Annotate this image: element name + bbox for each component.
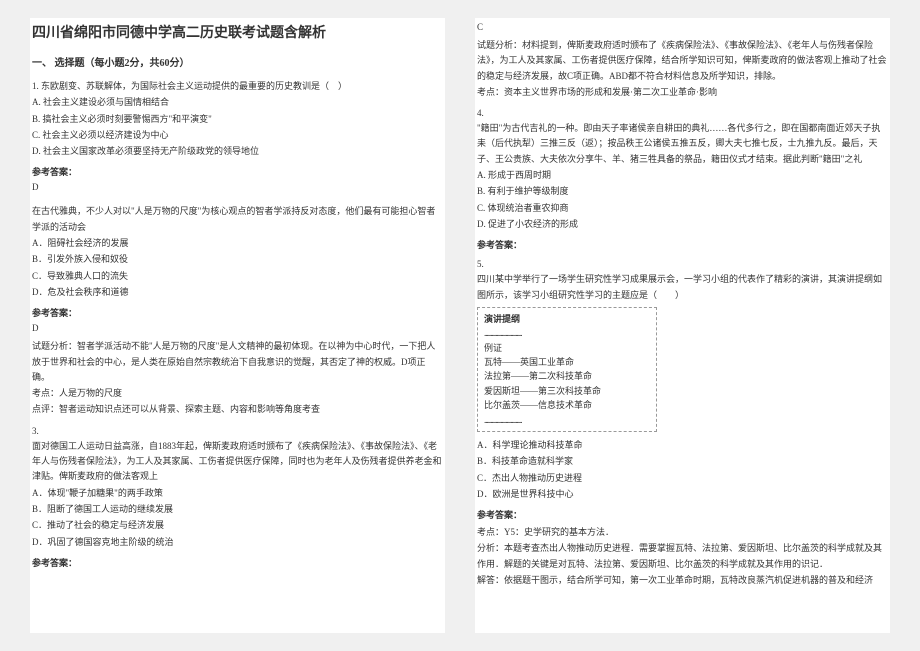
q3-d: D．巩固了德国容克地主阶级的统治: [32, 535, 443, 550]
q2-c: C．导致雅典人口的流失: [32, 269, 443, 284]
box-line-4: 比尔盖茨——信息技术革命: [484, 398, 650, 412]
box-dots-1: ..............................: [484, 326, 650, 340]
q2-ref: 参考答案：: [32, 306, 443, 319]
q2-d: D．危及社会秩序和道德: [32, 285, 443, 300]
q2-dianping: 点评：智者运动知识点还可以从背景、探索主题、内容和影响等角度考查: [32, 402, 443, 417]
q2-a: A．阻碍社会经济的发展: [32, 236, 443, 251]
right-column: C 试题分析：材料提到，俾斯麦政府适时颁布了《疾病保险法》、《事故保险法》、《老…: [475, 18, 890, 633]
q3-b: B．阻断了德国工人运动的继续发展: [32, 502, 443, 517]
q2-kaodian: 考点：人是万物的尺度: [32, 386, 443, 401]
q3-ans: C: [477, 22, 888, 32]
presentation-box: 演讲提纲 .............................. 例证 瓦…: [477, 307, 657, 432]
q5-analysis: 分析：本题考查杰出人物推动历史进程．需要掌握瓦特、法拉第、爱因斯坦、比尔盖茨的科…: [477, 541, 888, 572]
q3-analysis: 试题分析：材料提到，俾斯麦政府适时颁布了《疾病保险法》、《事故保险法》、《老年人…: [477, 38, 888, 84]
q5-num: 5.: [477, 259, 888, 269]
q4-b: B. 有利于维护等级制度: [477, 184, 888, 199]
q4-ref: 参考答案：: [477, 238, 888, 251]
q3-stem: 面对德国工人运动日益高涨，自1883年起，俾斯麦政府适时颁布了《疾病保险法》、《…: [32, 439, 443, 485]
q4-a: A. 形成于西周时期: [477, 168, 888, 183]
q2-ans: D: [32, 323, 443, 333]
q4-num: 4.: [477, 108, 888, 118]
box-line-2: 法拉第——第二次科技革命: [484, 369, 650, 383]
q2-analysis: 试题分析：智者学派活动不能"人是万物的尺度"是人文精神的最初体现。在以神为中心时…: [32, 339, 443, 385]
q1-d: D. 社会主义国家改革必须要坚持无产阶级政党的领导地位: [32, 144, 443, 159]
q1-stem: 1. 东欧剧变、苏联解体，为国际社会主义运动提供的最重要的历史教训是（ ）: [32, 79, 443, 94]
box-line-1: 瓦特——英国工业革命: [484, 355, 650, 369]
box-line-3: 爱因斯坦——第三次科技革命: [484, 384, 650, 398]
q5-d: D．欧洲是世界科技中心: [477, 487, 888, 502]
q5-a: A．科学理论推动科技革命: [477, 438, 888, 453]
q1-a: A. 社会主义建设必须与国情相结合: [32, 95, 443, 110]
left-column: 四川省绵阳市同德中学高二历史联考试题含解析 一、 选择题（每小题2分，共60分）…: [30, 18, 445, 633]
q5-kaodian: 考点：Y5：史学研究的基本方法．: [477, 525, 888, 540]
q1-c: C. 社会主义必须以经济建设为中心: [32, 128, 443, 143]
q5-b: B．科技革命造就科学家: [477, 454, 888, 469]
q4-stem: "籍田"为古代吉礼的一种。即由天子率诸侯亲自耕田的典礼……各代多行之，即在国都南…: [477, 121, 888, 167]
q2-stem: 在古代雅典，不少人对以"人是万物的尺度"为核心观点的智者学派持反对态度，他们最有…: [32, 204, 443, 235]
q3-num: 3.: [32, 426, 443, 436]
q5-jieda: 解答：依据题干图示，结合所学可知，第一次工业革命时期，瓦特改良蒸汽机促进机器的普…: [477, 573, 888, 588]
q5-c: C．杰出人物推动历史进程: [477, 471, 888, 486]
q3-kaodian: 考点：资本主义世界市场的形成和发展·第二次工业革命·影响: [477, 85, 888, 100]
section-header: 一、 选择题（每小题2分，共60分）: [32, 54, 443, 69]
q5-ref: 参考答案：: [477, 508, 888, 521]
q4-c: C. 体现统治者重农抑商: [477, 201, 888, 216]
page-title: 四川省绵阳市同德中学高二历史联考试题含解析: [32, 22, 443, 42]
q2-b: B．引发外族入侵和奴役: [32, 252, 443, 267]
q1-ans: D: [32, 182, 443, 192]
q3-c: C．推动了社会的稳定与经济发展: [32, 518, 443, 533]
q3-a: A．体现"鞭子加糖果"的两手政策: [32, 486, 443, 501]
box-sub: 例证: [484, 341, 650, 355]
box-title: 演讲提纲: [484, 312, 650, 326]
q1-ref: 参考答案：: [32, 165, 443, 178]
q4-d: D. 促进了小农经济的形成: [477, 217, 888, 232]
q1-b: B. 搞社会主义必须时刻要警惕西方"和平演变": [32, 112, 443, 127]
box-dots-2: ..............................: [484, 413, 650, 427]
q5-stem: 四川某中学举行了一场学生研究性学习成果展示会，一学习小组的代表作了精彩的演讲，其…: [477, 272, 888, 303]
q3-ref: 参考答案：: [32, 556, 443, 569]
